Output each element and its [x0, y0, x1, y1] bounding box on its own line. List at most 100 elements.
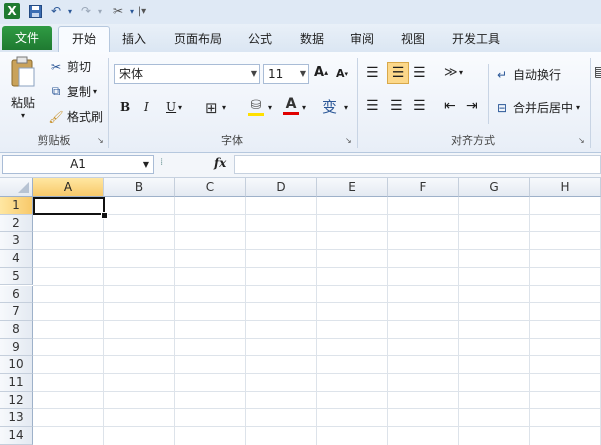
row-header-9[interactable]: 9 — [0, 338, 33, 357]
tab-data[interactable]: 数据 — [292, 28, 332, 50]
row-header-14[interactable]: 14 — [0, 427, 33, 445]
fill-color-button[interactable]: ⛁ — [248, 98, 264, 116]
selected-cell-a1[interactable] — [33, 197, 105, 215]
redo-dropdown-icon[interactable]: ▾ — [92, 3, 108, 19]
bold-button[interactable]: B — [120, 100, 130, 114]
column-header-b[interactable]: B — [104, 178, 175, 197]
gridline — [33, 213, 601, 215]
undo-dropdown-icon[interactable]: ▾ — [62, 3, 78, 19]
orientation-dropdown-icon[interactable]: ▾ — [459, 68, 463, 77]
column-header-f[interactable]: F — [388, 178, 459, 197]
copy-label: 复制 — [67, 85, 92, 99]
column-header-c[interactable]: C — [175, 178, 246, 197]
fill-color-dropdown-icon[interactable]: ▾ — [268, 103, 272, 112]
gridline — [33, 426, 601, 428]
font-color-button[interactable]: A — [283, 96, 299, 115]
merge-center-label: 合并后居中 — [513, 101, 574, 115]
ribbon-tabs: 文件 开始 插入 页面布局 公式 数据 审阅 视图 开发工具 — [0, 24, 601, 53]
gridline — [33, 408, 601, 410]
align-top-icon[interactable]: ☰ — [366, 65, 379, 81]
clipboard-launcher-icon[interactable]: ↘ — [97, 136, 106, 145]
merge-dropdown-icon: ▾ — [576, 103, 581, 112]
scissors-icon: ✂ — [50, 59, 62, 74]
insert-function-icon[interactable]: fx — [214, 156, 226, 170]
format-painter-button[interactable]: 🖌 格式刷 — [48, 108, 103, 125]
copy-button[interactable]: ⧉ 复制 ▾ — [48, 83, 97, 100]
row-header-10[interactable]: 10 — [0, 356, 33, 374]
alignment-launcher-icon[interactable]: ↘ — [578, 136, 587, 145]
wrap-text-button[interactable]: ↵ 自动换行 — [494, 66, 561, 83]
font-size-select[interactable]: 11 ▼ — [263, 64, 309, 84]
customize-icon[interactable]: |▾ — [134, 3, 150, 19]
tab-home[interactable]: 开始 — [58, 26, 110, 53]
tab-formulas[interactable]: 公式 — [240, 28, 280, 50]
worksheet-grid[interactable]: A B C D E F G H 1 2 3 4 5 6 7 8 9 10 11 … — [0, 178, 601, 445]
row-header-8[interactable]: 8 — [0, 320, 33, 339]
tab-insert[interactable]: 插入 — [114, 28, 154, 50]
tab-file[interactable]: 文件 — [2, 26, 52, 50]
align-bottom-icon[interactable]: ☰ — [413, 65, 426, 81]
increase-indent-icon[interactable]: ⇥ — [466, 98, 478, 114]
paste-label: 粘贴 — [10, 96, 35, 110]
select-all-triangle-icon — [18, 182, 29, 193]
gridline — [33, 284, 601, 286]
italic-button[interactable]: I — [144, 100, 149, 114]
paste-button[interactable]: 粘贴 ▾ — [6, 56, 40, 128]
paste-dropdown-icon: ▾ — [20, 111, 25, 120]
row-header-11[interactable]: 11 — [0, 374, 33, 392]
fill-handle[interactable] — [101, 212, 108, 219]
font-launcher-icon[interactable]: ↘ — [345, 136, 354, 145]
underline-dropdown-icon[interactable]: ▾ — [178, 103, 182, 112]
font-group-label: 字体 — [221, 134, 243, 147]
number-format-icon[interactable]: ▤ — [594, 64, 601, 80]
font-color-dropdown-icon[interactable]: ▾ — [302, 103, 306, 112]
cut-button[interactable]: ✂ 剪切 — [48, 58, 91, 75]
column-header-g[interactable]: G — [459, 178, 530, 197]
phonetic-dropdown-icon[interactable]: ▾ — [344, 103, 348, 112]
row-header-2[interactable]: 2 — [0, 214, 33, 233]
brush-icon: 🖌 — [48, 109, 64, 124]
column-header-e[interactable]: E — [317, 178, 388, 197]
excel-logo-icon[interactable]: X — [4, 3, 20, 19]
tab-page-layout[interactable]: 页面布局 — [166, 28, 230, 50]
shrink-font-icon[interactable]: A ▾ — [336, 67, 348, 80]
gridline — [33, 319, 601, 321]
grow-font-icon[interactable]: A ▴ — [314, 65, 328, 80]
formula-bar-grip-icon: ⁞ — [160, 157, 164, 168]
tab-review[interactable]: 审阅 — [342, 28, 382, 50]
orientation-icon[interactable]: ≫ — [444, 65, 458, 80]
tab-developer[interactable]: 开发工具 — [444, 28, 508, 50]
phonetic-guide-icon[interactable]: 变 — [322, 96, 337, 117]
font-name-select[interactable]: 宋体 ▼ — [114, 64, 260, 84]
align-middle-icon[interactable]: ☰ — [387, 62, 409, 84]
select-all-corner[interactable] — [0, 178, 33, 197]
align-left-icon[interactable]: ☰ — [366, 98, 379, 114]
underline-button[interactable]: U — [166, 100, 176, 114]
save-icon[interactable] — [27, 3, 43, 19]
row-header-6[interactable]: 6 — [0, 285, 33, 304]
name-box[interactable]: A1 ▼ — [2, 155, 154, 174]
decrease-indent-icon[interactable]: ⇤ — [444, 98, 456, 114]
formula-input[interactable] — [234, 155, 601, 174]
row-header-1[interactable]: 1 — [0, 197, 33, 215]
align-center-icon[interactable]: ☰ — [390, 98, 403, 114]
row-header-13[interactable]: 13 — [0, 409, 33, 428]
row-header-5[interactable]: 5 — [0, 267, 33, 286]
column-header-d[interactable]: D — [246, 178, 317, 197]
clipboard-group-label: 剪贴板 — [37, 134, 71, 147]
borders-dropdown-icon[interactable]: ▾ — [222, 103, 226, 112]
borders-icon[interactable]: ⊞ — [205, 99, 218, 117]
merge-center-button[interactable]: ⊟ 合并后居中 ▾ — [494, 99, 580, 116]
row-header-12[interactable]: 12 — [0, 391, 33, 410]
align-right-icon[interactable]: ☰ — [413, 98, 426, 114]
row-header-7[interactable]: 7 — [0, 303, 33, 321]
column-header-h[interactable]: H — [530, 178, 601, 197]
tab-view[interactable]: 视图 — [393, 28, 433, 50]
row-header-4[interactable]: 4 — [0, 250, 33, 268]
merge-icon: ⊟ — [496, 100, 508, 115]
column-header-a[interactable]: A — [33, 178, 104, 197]
chevron-down-icon: ▼ — [142, 160, 149, 169]
group-separator — [590, 58, 591, 148]
row-header-3[interactable]: 3 — [0, 232, 33, 251]
paste-icon — [11, 56, 35, 87]
